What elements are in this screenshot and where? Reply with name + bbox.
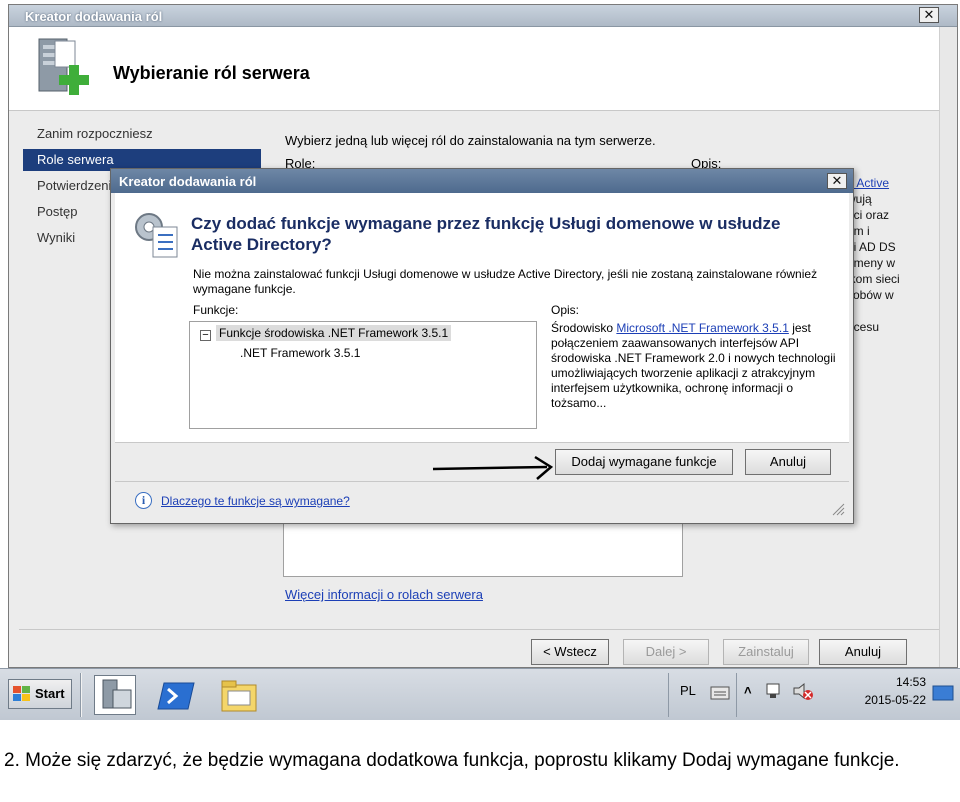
desc-fragment-line: gi AD DS — [847, 240, 896, 254]
keyboard-icon[interactable] — [710, 683, 730, 701]
tray-separator — [736, 673, 737, 717]
dialog-question: Czy dodać funkcje wymagane przez funkcję… — [191, 214, 781, 254]
folder-icon — [221, 680, 257, 712]
tray-separator — [668, 673, 669, 717]
desc-fragment-line: ocesu — [847, 320, 880, 334]
server-add-icon — [38, 38, 89, 95]
add-required-features-button[interactable]: Dodaj wymagane funkcje — [555, 449, 733, 475]
description-fragment: e Active wują eci oraz om i gi AD DS ome… — [847, 175, 900, 335]
dialog-description-label: Opis: — [551, 303, 580, 317]
wizard-title: Kreator dodawania ról — [25, 9, 163, 24]
dialog-cancel-button[interactable]: Anuluj — [745, 449, 831, 475]
desc-fragment-line: wują — [847, 192, 872, 206]
resize-grip-icon[interactable] — [831, 502, 845, 516]
scrollbar[interactable] — [939, 27, 957, 667]
collapse-icon[interactable]: − — [200, 330, 211, 341]
next-button[interactable]: Dalej > — [623, 639, 709, 665]
dialog-body: Czy dodać funkcje wymagane przez funkcję… — [115, 193, 849, 443]
cancel-button[interactable]: Anuluj — [819, 639, 907, 665]
desc-fragment-line: sobów w — [847, 288, 894, 302]
features-label: Funkcje: — [193, 303, 239, 317]
roles-list[interactable] — [283, 521, 683, 577]
instruction-caption: 2. Może się zdarzyć, że będzie wymagana … — [4, 750, 900, 771]
volume-muted-icon[interactable] — [792, 681, 814, 701]
back-button[interactable]: < Wstecz — [531, 639, 609, 665]
feature-child-item[interactable]: .NET Framework 3.5.1 — [240, 346, 360, 360]
more-info-roles-link[interactable]: Więcej informacji o rolach serwera — [285, 587, 483, 602]
taskbar-separator — [80, 673, 82, 717]
features-tree[interactable]: − Funkcje środowiska .NET Framework 3.5.… — [189, 321, 537, 429]
dialog-title: Kreator dodawania ról — [119, 174, 257, 189]
desc-fragment-line: eci oraz — [847, 208, 890, 222]
show-hidden-icons-icon[interactable]: ˄ — [744, 683, 752, 698]
taskbar-powershell-icon[interactable] — [156, 675, 198, 715]
screenshot: Kreator dodawania ról ✕ Wybieranie ról s… — [0, 0, 960, 802]
dialog-help-bar: i Dlaczego te funkcje są wymagane? — [115, 481, 849, 519]
server-manager-icon — [102, 679, 132, 709]
desc-fragment-line — [847, 303, 900, 319]
start-button[interactable]: Start — [8, 679, 72, 709]
clock-date[interactable]: 2015-05-22 — [856, 693, 926, 707]
desc-fragment-line: omeny w — [847, 256, 896, 270]
start-label: Start — [35, 686, 65, 701]
instruction-text: Wybierz jedną lub więcej ról do zainstal… — [285, 133, 656, 148]
wizard-header: Wybieranie ról serwera — [9, 27, 957, 111]
add-features-dialog: Kreator dodawania ról ✕ Czy dodać funkcj… — [110, 168, 854, 524]
dotnet-link[interactable]: Microsoft .NET Framework 3.5.1 — [616, 321, 789, 335]
language-indicator[interactable]: PL — [680, 683, 696, 698]
hand-drawn-arrow — [432, 455, 554, 480]
page-title: Wybieranie ról serwera — [113, 63, 310, 83]
install-button[interactable]: Zainstaluj — [723, 639, 809, 665]
feature-description: Środowisko Microsoft .NET Framework 3.5.… — [551, 321, 841, 429]
footer-divider — [19, 629, 944, 630]
taskbar: Start PL ˄ 14:53 2015-05-22 — [0, 668, 960, 720]
powershell-icon — [157, 682, 195, 710]
network-icon[interactable] — [764, 681, 784, 701]
dialog-titlebar[interactable]: Kreator dodawania ról ✕ — [111, 169, 853, 193]
clock-time[interactable]: 14:53 — [864, 675, 926, 689]
desc-fragment-line: ikom sieci — [847, 272, 900, 286]
info-icon: i — [135, 492, 152, 509]
windows-logo-icon — [13, 686, 30, 701]
dialog-close-button[interactable]: ✕ — [827, 173, 847, 189]
taskbar-server-manager-icon[interactable] — [94, 675, 136, 715]
desc-fragment-link[interactable]: e Active — [847, 175, 900, 191]
desc-fragment-line: om i — [847, 224, 870, 238]
dialog-message: Nie można zainstalować funkcji Usługi do… — [193, 267, 818, 296]
show-desktop-icon[interactable] — [932, 683, 954, 703]
wizard-titlebar[interactable]: Kreator dodawania ról ✕ — [9, 5, 957, 27]
why-required-link[interactable]: Dlaczego te funkcje są wymagane? — [161, 494, 350, 508]
features-gear-icon — [135, 213, 178, 258]
taskbar-explorer-icon[interactable] — [218, 675, 260, 715]
feature-parent-item[interactable]: Funkcje środowiska .NET Framework 3.5.1 — [216, 325, 452, 341]
nav-step-before-you-begin[interactable]: Zanim rozpoczniesz — [23, 123, 261, 145]
wizard-close-button[interactable]: ✕ — [919, 7, 939, 23]
description-prefix: Środowisko — [551, 321, 617, 335]
